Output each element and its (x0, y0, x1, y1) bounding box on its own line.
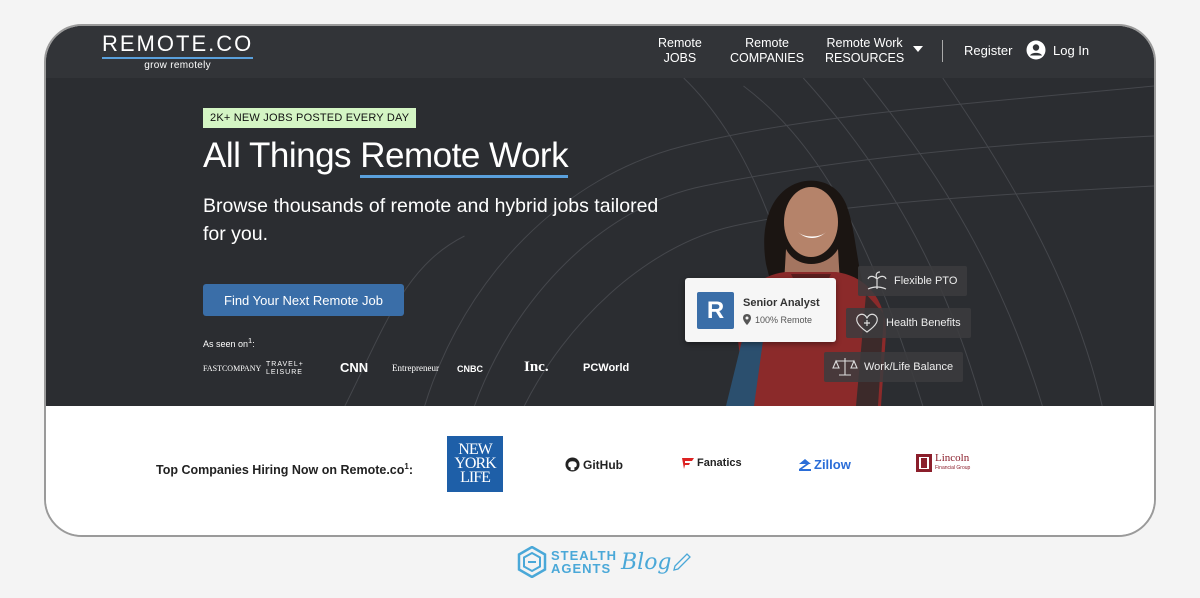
top-companies-suffix: : (408, 463, 414, 478)
stealth-agents-hexagon-icon (517, 546, 547, 578)
hero-section: REMOTE.CO grow remotely Remote JOBS Remo… (46, 26, 1154, 406)
hero-title: All Things Remote Work (203, 136, 569, 178)
nav-remote-companies[interactable]: Remote COMPANIES (730, 36, 804, 66)
job-location-text: 100% Remote (755, 314, 813, 325)
top-companies-label: Top Companies Hiring Now on Remote.co1: (156, 462, 413, 477)
zillow-house-icon (799, 458, 811, 471)
perk-work-life-balance-label: Work/Life Balance (864, 361, 954, 373)
stealth-agents-wordmark: STEALTH AGENTS (551, 549, 617, 575)
as-seen-on-text: As seen on (203, 339, 249, 349)
zillow-label: Zillow (814, 457, 851, 472)
fanatics-flag-icon (682, 457, 694, 469)
site-header: REMOTE.CO grow remotely Remote JOBS Remo… (46, 26, 1154, 78)
find-remote-job-button[interactable]: Find Your Next Remote Job (203, 284, 404, 316)
pen-icon (672, 553, 691, 571)
as-seen-on-label: As seen on1: (203, 336, 255, 349)
as-seen-on-suffix: : (252, 339, 255, 349)
location-pin-icon (743, 314, 751, 325)
login-label: Log In (1053, 42, 1090, 58)
press-logo-pcworld: PCWorld (583, 362, 630, 374)
heart-icon (856, 313, 878, 333)
github-icon (565, 457, 580, 472)
nav-remote-jobs-line2: JOBS (663, 51, 697, 65)
press-logo-inc: Inc. (524, 359, 549, 375)
scale-icon (832, 358, 858, 376)
press-logo-cnbc: CNBC (457, 364, 483, 374)
lincoln-logo[interactable]: Lincoln Financial Group (916, 453, 970, 473)
job-location: 100% Remote (743, 314, 812, 325)
company-logo-r: R (697, 292, 734, 329)
user-icon (1026, 40, 1046, 60)
perk-work-life-balance: Work/Life Balance (824, 352, 964, 382)
nav-remote-jobs-line1: Remote (658, 36, 702, 50)
hero-title-highlight: Remote Work (360, 136, 569, 178)
nav-remote-companies-line2: COMPANIES (730, 51, 805, 65)
top-companies-text: Top Companies Hiring Now on Remote.co (156, 463, 405, 478)
press-logo-cnn: CNN (340, 360, 369, 375)
brand-blog-script: Blog (620, 549, 672, 575)
hero-title-prefix: All Things (203, 136, 361, 175)
perk-health-benefits: Health Benefits (846, 308, 971, 338)
press-logo-entrepreneur: Entrepreneur (392, 363, 439, 373)
logo-wordmark: REMOTE.CO (102, 32, 254, 59)
lincoln-sub-label: Financial Group (935, 465, 971, 471)
site-logo[interactable]: REMOTE.CO grow remotely (102, 32, 254, 71)
nav-remote-resources[interactable]: Remote Work RESOURCES (825, 36, 904, 66)
nav-remote-resources-line2: RESOURCES (825, 51, 905, 65)
nav-remote-companies-line1: Remote (745, 36, 789, 50)
fanatics-label: Fanatics (697, 457, 742, 469)
press-logo-fastcompany: FASTCOMPANY (203, 364, 262, 373)
perk-flexible-pto: Flexible PTO (858, 266, 968, 296)
lincoln-emblem-icon (916, 454, 932, 472)
zillow-logo[interactable]: Zillow (799, 457, 851, 472)
fanatics-logo[interactable]: Fanatics (682, 457, 742, 469)
jobs-posted-badge: 2K+ NEW JOBS POSTED EVERY DAY (203, 108, 417, 128)
stealth-agents-blog-brand: STEALTH AGENTS Blog (517, 542, 692, 582)
press-logo-travel-leisure: TRAVEL+ LEISURE (266, 361, 304, 376)
nav-divider (942, 40, 943, 62)
nav-remote-resources-line1: Remote Work (826, 36, 903, 50)
logo-tagline: grow remotely (144, 60, 211, 71)
brand-line2: AGENTS (551, 561, 612, 576)
login-link[interactable]: Log In (1026, 40, 1089, 60)
register-link[interactable]: Register (964, 43, 1012, 58)
chevron-down-icon[interactable] (913, 46, 923, 52)
hero-subtitle: Browse thousands of remote and hybrid jo… (203, 195, 659, 245)
github-logo[interactable]: GitHub (565, 457, 623, 472)
lincoln-wordmark: Lincoln Financial Group (935, 453, 970, 473)
job-card[interactable]: R Senior Analyst 100% Remote (685, 278, 836, 342)
github-label: GitHub (583, 457, 623, 472)
perk-flexible-pto-label: Flexible PTO (894, 275, 958, 287)
perk-health-benefits-label: Health Benefits (886, 317, 961, 329)
palm-tree-icon (867, 271, 887, 290)
job-title: Senior Analyst (743, 297, 820, 309)
new-york-life-logo[interactable]: NEW YORK LIFE (447, 436, 503, 492)
nav-remote-jobs[interactable]: Remote JOBS (658, 36, 702, 66)
browser-frame: REMOTE.CO grow remotely Remote JOBS Remo… (44, 24, 1156, 537)
top-companies-section: Top Companies Hiring Now on Remote.co1: … (46, 406, 1154, 535)
lincoln-label: Lincoln (935, 452, 970, 464)
